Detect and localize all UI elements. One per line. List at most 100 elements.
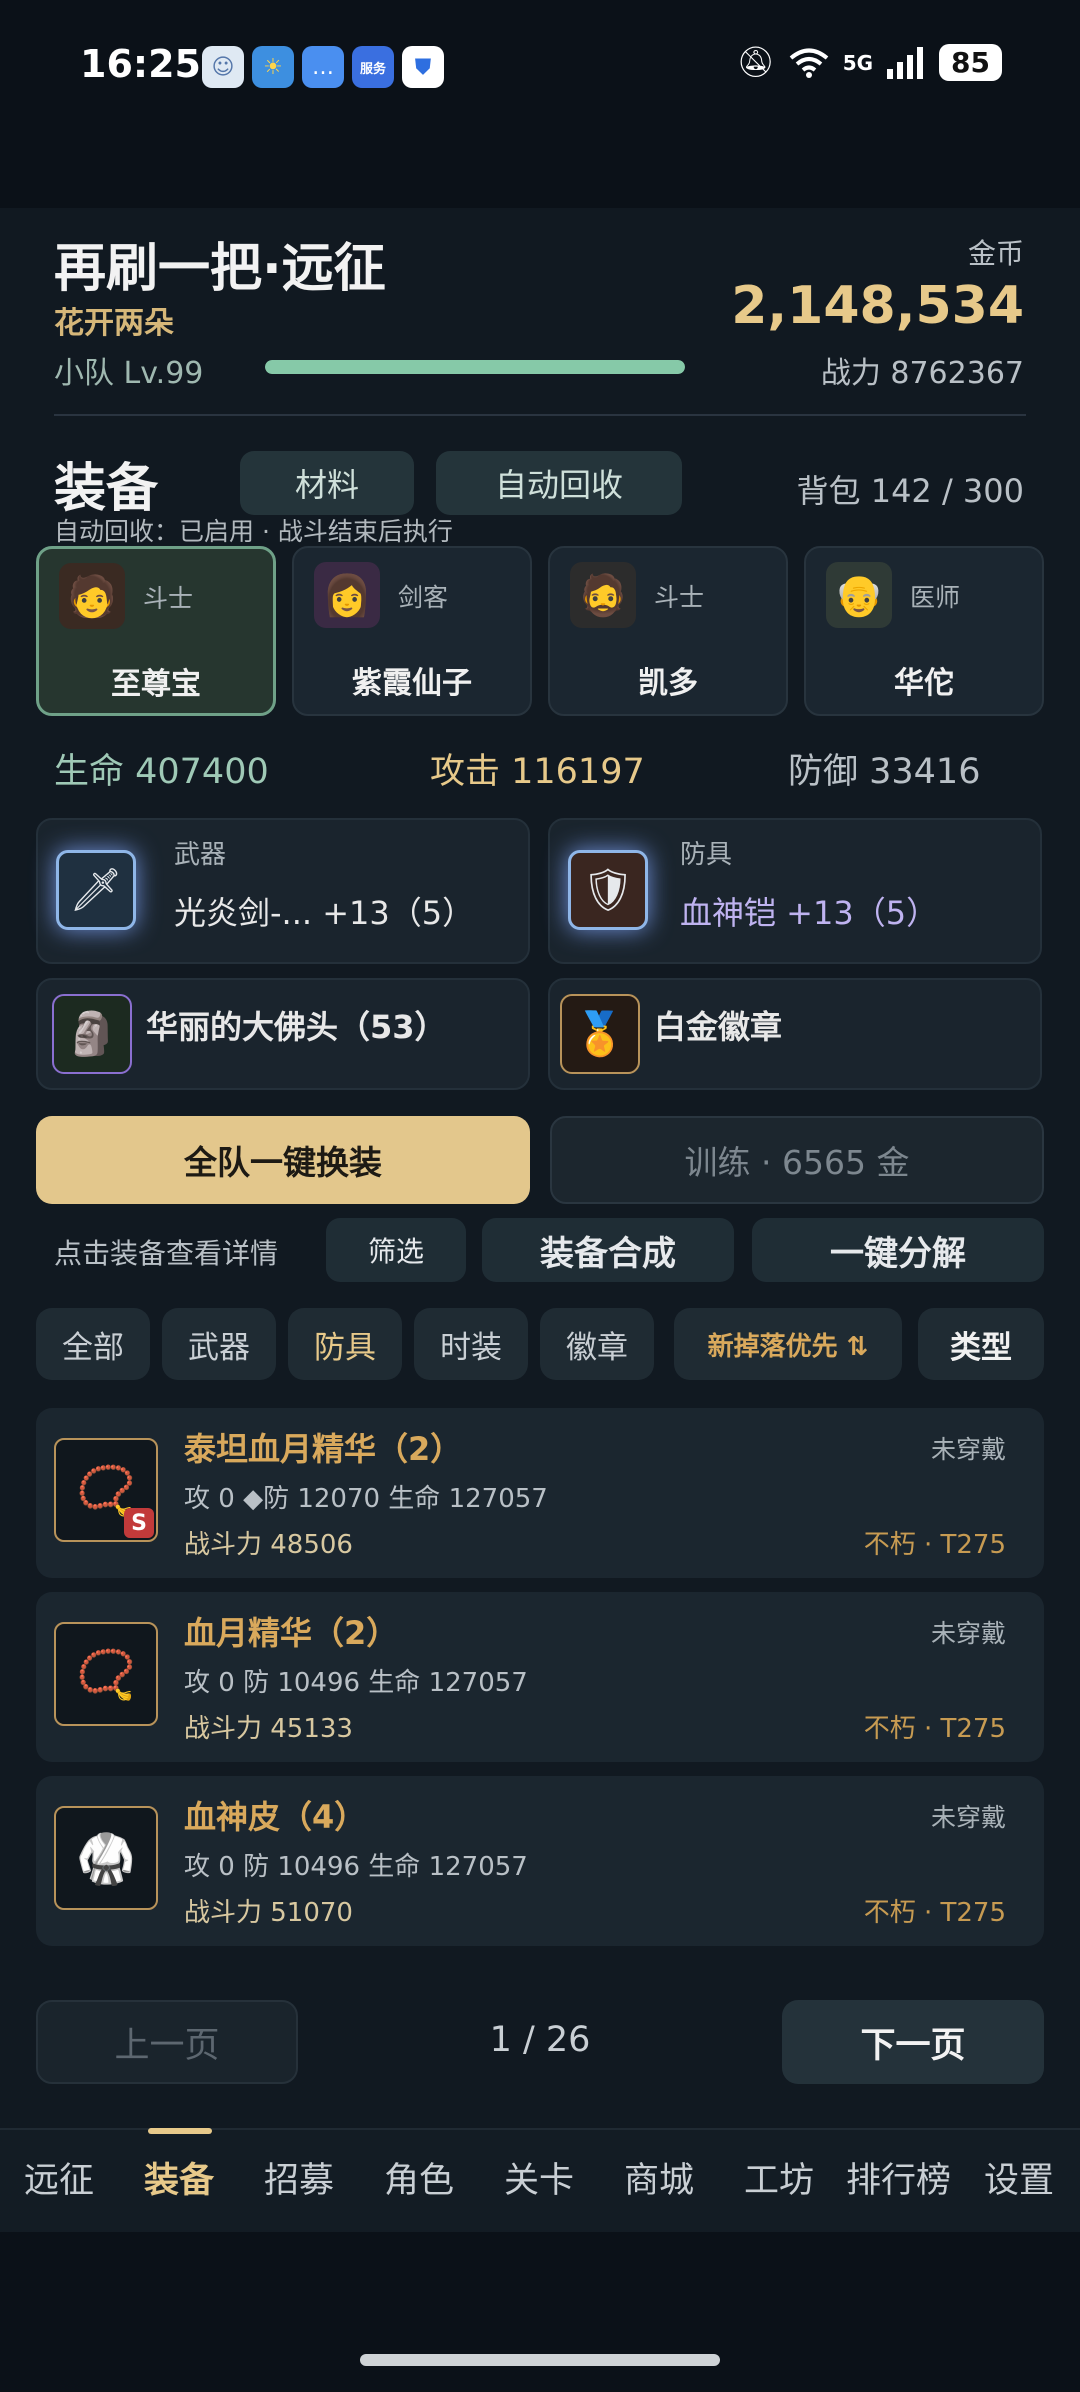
nav-item-workshop[interactable]: 工坊	[744, 2152, 814, 2203]
armor-slot[interactable]: 🛡 防具 血神铠 +13（5）	[548, 818, 1042, 964]
rarity-badge: S	[124, 1508, 154, 1538]
list-item[interactable]: 📿 S 泰坦血月精华（2） 攻 0 ◆防 12070 生命 127057 战斗力 …	[36, 1408, 1044, 1578]
level-progress-fill	[265, 360, 685, 374]
hero-card[interactable]: 🧑 斗士 至尊宝	[36, 546, 276, 716]
item-combat-power: 战斗力 48506	[184, 1530, 353, 1560]
home-indicator[interactable]	[360, 2354, 720, 2366]
hero-avatar: 👩	[314, 562, 380, 628]
medal-icon: 🏅	[560, 994, 640, 1074]
sort-new-drop-button[interactable]: 新掉落优先 ⇅	[674, 1308, 902, 1380]
next-page-button[interactable]: 下一页	[782, 2000, 1044, 2084]
team-level: 小队 Lv.99	[54, 356, 204, 391]
badge-name: 白金徽章	[654, 1008, 783, 1046]
team-power: 战力 8762367	[820, 356, 1024, 391]
item-stats: 攻 0 ◆防 12070 生命 127057	[184, 1484, 548, 1514]
hero-avatar: 🧔	[570, 562, 636, 628]
hero-avatar: 🧑	[59, 563, 125, 629]
item-status: 未穿戴	[930, 1619, 1006, 1648]
armor-name: 血神铠 +13（5）	[680, 894, 939, 932]
item-name: 血神皮（4）	[184, 1798, 367, 1836]
train-button[interactable]: 训练 · 6565 金	[550, 1116, 1044, 1204]
status-time: 16:25	[80, 42, 201, 86]
filter-tab-armor[interactable]: 防具	[288, 1308, 402, 1380]
nav-item-settings[interactable]: 设置	[984, 2152, 1054, 2203]
gold-value: 2,148,534	[731, 276, 1024, 336]
battery-icon: 85	[939, 44, 1002, 81]
app-panel: 再刷一把·远征 花开两朵 小队 Lv.99 金币 2,148,534 战力 87…	[0, 208, 1080, 2128]
page-title: 再刷一把·远征	[54, 239, 386, 299]
item-status: 未穿戴	[930, 1803, 1006, 1832]
filter-button[interactable]: 筛选	[326, 1218, 466, 1282]
armor-icon: 🛡	[568, 850, 648, 930]
level-progress-bar	[265, 360, 685, 374]
signal-icon	[887, 46, 924, 79]
hero-role: 剑客	[398, 583, 449, 612]
filter-tab-badge[interactable]: 徽章	[540, 1308, 654, 1380]
type-filter-button[interactable]: 类型	[918, 1308, 1044, 1380]
hero-name: 华佗	[894, 666, 954, 701]
filter-tab-fashion[interactable]: 时装	[414, 1308, 528, 1380]
shield-icon: ⛊	[402, 46, 444, 88]
status-bar: 16:25 ☺ ☀ … 服务 ⛊ 🔕︎ 5G 85	[0, 0, 1080, 140]
item-tier: 不朽 · T275	[863, 1898, 1006, 1928]
synthesize-button[interactable]: 装备合成	[482, 1218, 734, 1282]
hero-role: 医师	[910, 583, 961, 612]
list-item[interactable]: 🥋 血神皮（4） 攻 0 防 10496 生命 127057 战斗力 51070…	[36, 1776, 1044, 1946]
badge-slot[interactable]: 🏅 白金徽章	[548, 978, 1042, 1090]
necklace-icon: 📿 S	[54, 1438, 158, 1542]
chat-bubble-icon: ☺	[202, 46, 244, 88]
defense-stat: 防御 33416	[788, 752, 981, 792]
nav-item-characters[interactable]: 角色	[384, 2152, 454, 2203]
sword-icon: 🗡	[56, 850, 136, 930]
hero-avatar: 👴	[826, 562, 892, 628]
service-icon: 服务	[352, 46, 394, 88]
nav-active-indicator	[148, 2128, 212, 2134]
hero-role: 斗士	[143, 584, 194, 613]
filter-tab-all[interactable]: 全部	[36, 1308, 150, 1380]
buddha-head-icon: 🗿	[52, 994, 132, 1074]
bottom-nav: 远征 装备 招募 角色 关卡 商城 工坊 排行榜 设置	[0, 2128, 1080, 2232]
notification-icons: ☺ ☀ … 服务 ⛊	[202, 46, 444, 88]
hero-card[interactable]: 👩 剑客 紫霞仙子	[292, 546, 532, 716]
item-tier: 不朽 · T275	[863, 1714, 1006, 1744]
hero-name: 至尊宝	[111, 667, 201, 702]
list-item[interactable]: 📿 血月精华（2） 攻 0 防 10496 生命 127057 战斗力 4513…	[36, 1592, 1044, 1762]
network-type: 5G	[842, 50, 874, 75]
status-indicators: 🔕︎ 5G 85	[737, 44, 1002, 81]
auto-recycle-button[interactable]: 自动回收	[436, 451, 682, 515]
accessory-slot[interactable]: 🗿 华丽的大佛头（53）	[36, 978, 530, 1090]
hero-card[interactable]: 🧔 斗士 凯多	[548, 546, 788, 716]
nav-item-shop[interactable]: 商城	[624, 2152, 694, 2203]
item-name: 泰坦血月精华（2）	[184, 1430, 463, 1468]
nav-item-equipment[interactable]: 装备	[144, 2152, 214, 2203]
decompose-all-button[interactable]: 一键分解	[752, 1218, 1044, 1282]
materials-button[interactable]: 材料	[240, 451, 414, 515]
nav-item-leaderboard[interactable]: 排行榜	[846, 2152, 951, 2203]
slot-type: 武器	[174, 840, 227, 870]
hero-card[interactable]: 👴 医师 华佗	[804, 546, 1044, 716]
hint-text: 点击装备查看详情	[54, 1237, 279, 1270]
equip-all-button[interactable]: 全队一键换装	[36, 1116, 530, 1204]
accessory-name: 华丽的大佛头（53）	[146, 1008, 447, 1046]
item-combat-power: 战斗力 51070	[184, 1898, 353, 1928]
section-title: 装备	[54, 459, 159, 519]
weather-icon: ☀	[252, 46, 294, 88]
gold-label: 金币	[967, 237, 1024, 270]
item-combat-power: 战斗力 45133	[184, 1714, 353, 1744]
divider	[54, 414, 1026, 416]
nav-item-stages[interactable]: 关卡	[504, 2152, 574, 2203]
weapon-name: 光炎剑-... +13（5）	[174, 894, 475, 932]
item-status: 未穿戴	[930, 1435, 1006, 1464]
filter-tab-weapon[interactable]: 武器	[162, 1308, 276, 1380]
wifi-icon	[789, 48, 828, 78]
slot-type: 防具	[680, 840, 733, 870]
attack-stat: 攻击 116197	[430, 752, 645, 792]
necklace-icon: 📿	[54, 1622, 158, 1726]
item-tier: 不朽 · T275	[863, 1530, 1006, 1560]
message-icon: …	[302, 46, 344, 88]
weapon-slot[interactable]: 🗡 武器 光炎剑-... +13（5）	[36, 818, 530, 964]
nav-item-expedition[interactable]: 远征	[24, 2152, 94, 2203]
nav-item-recruit[interactable]: 招募	[264, 2152, 334, 2203]
item-name: 血月精华（2）	[184, 1614, 399, 1652]
armor-piece-icon: 🥋	[54, 1806, 158, 1910]
